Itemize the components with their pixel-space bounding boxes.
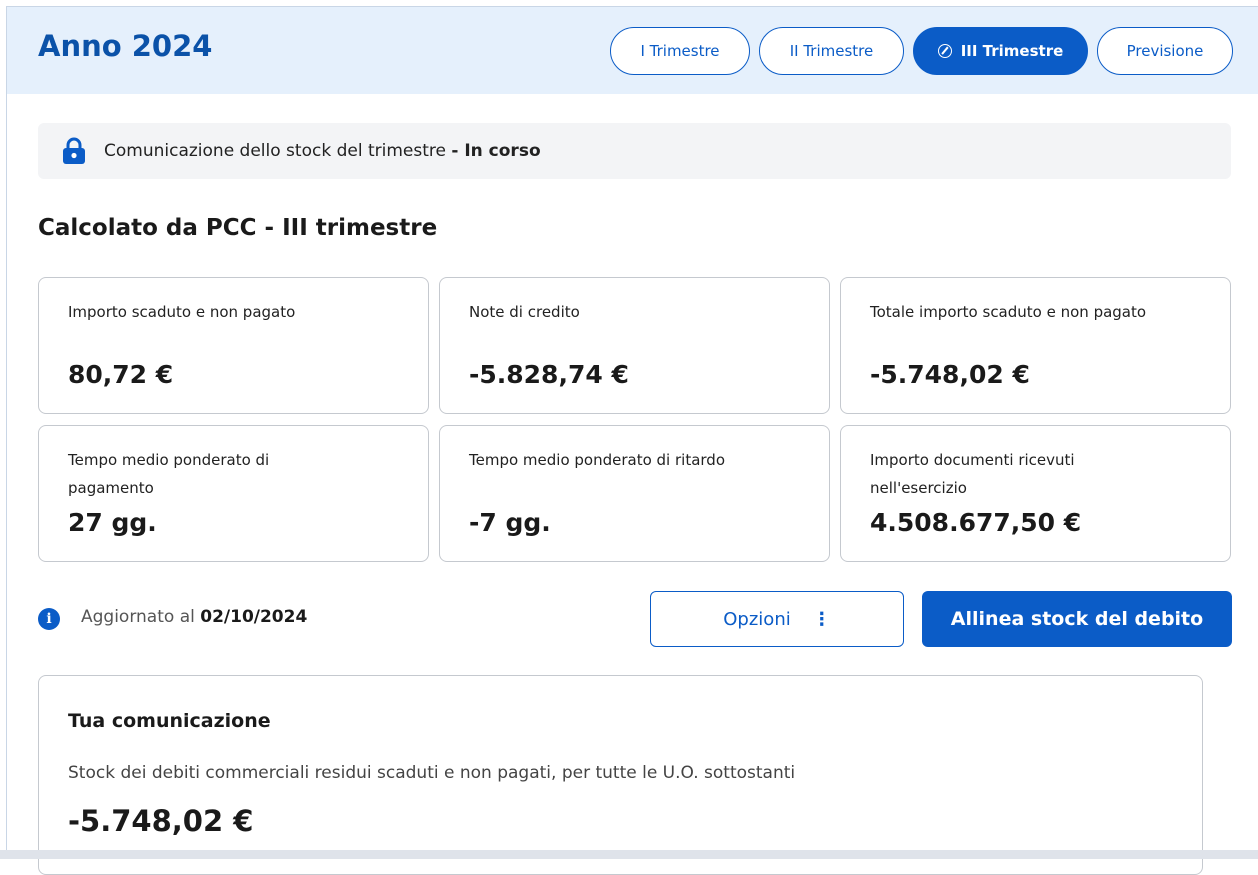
card-value: -5.828,74 € [469, 360, 629, 389]
tab-iii-trimestre-label: III Trimestre [960, 42, 1064, 60]
status-label: Comunicazione dello stock del trimestre [104, 141, 446, 161]
card-importo-documenti: Importo documenti ricevuti nell'esercizi… [840, 425, 1231, 562]
card-totale-importo: Totale importo scaduto e non pagato -5.7… [840, 277, 1231, 414]
update-prefix: Aggiornato al [81, 607, 195, 627]
section-title: Calcolato da PCC - III trimestre [38, 215, 438, 241]
status-bar: Comunicazione dello stock del trimestre … [38, 123, 1231, 179]
update-text: Aggiornato al 02/10/2024 [81, 607, 307, 627]
card-label: Tempo medio ponderato di ritardo [469, 451, 726, 469]
card-label: Totale importo scaduto e non pagato [870, 303, 1147, 321]
more-vertical-icon: ⋮ [812, 608, 831, 630]
card-label: Importo documenti ricevuti nell'esercizi… [870, 451, 1075, 497]
status-state: - In corso [451, 141, 541, 161]
communication-card: Tua comunicazione Stock dei debiti comme… [38, 675, 1203, 875]
card-value: 80,72 € [68, 360, 174, 389]
edit-circle-icon [937, 44, 952, 58]
card-label: Note di credito [469, 303, 580, 321]
card-importo-scaduto: Importo scaduto e non pagato 80,72 € [38, 277, 429, 414]
card-label: Importo scaduto e non pagato [68, 303, 296, 321]
tab-iii-trimestre[interactable]: III Trimestre [913, 27, 1088, 75]
year-title: Anno 2024 [38, 29, 213, 63]
card-label: Tempo medio ponderato di pagamento [68, 451, 270, 497]
status-text: Comunicazione dello stock del trimestre … [104, 141, 541, 161]
update-date: 02/10/2024 [200, 607, 308, 627]
communication-value: -5.748,02 € [68, 804, 254, 838]
year-header: Anno 2024 I Trimestre II Trimestre III T… [7, 7, 1258, 94]
tab-previsione[interactable]: Previsione [1097, 27, 1233, 75]
card-note-credito: Note di credito -5.828,74 € [439, 277, 830, 414]
options-label: Opzioni [723, 608, 791, 630]
card-value: -7 gg. [469, 508, 551, 537]
info-icon: i [38, 608, 60, 630]
options-button[interactable]: Opzioni ⋮ [650, 591, 904, 647]
communication-description: Stock dei debiti commerciali residui sca… [68, 763, 796, 783]
lock-icon [63, 137, 85, 164]
communication-title: Tua comunicazione [68, 710, 271, 732]
tab-ii-trimestre[interactable]: II Trimestre [759, 27, 904, 75]
main-panel: Anno 2024 I Trimestre II Trimestre III T… [6, 6, 1258, 875]
card-value: 4.508.677,50 € [870, 508, 1082, 537]
tab-i-trimestre[interactable]: I Trimestre [610, 27, 750, 75]
card-tempo-ritardo: Tempo medio ponderato di ritardo -7 gg. [439, 425, 830, 562]
card-value: 27 gg. [68, 508, 157, 537]
allinea-stock-button[interactable]: Allinea stock del debito [922, 591, 1232, 647]
card-tempo-pagamento: Tempo medio ponderato di pagamento 27 gg… [38, 425, 429, 562]
card-value: -5.748,02 € [870, 360, 1030, 389]
bottom-strip [0, 850, 1258, 859]
